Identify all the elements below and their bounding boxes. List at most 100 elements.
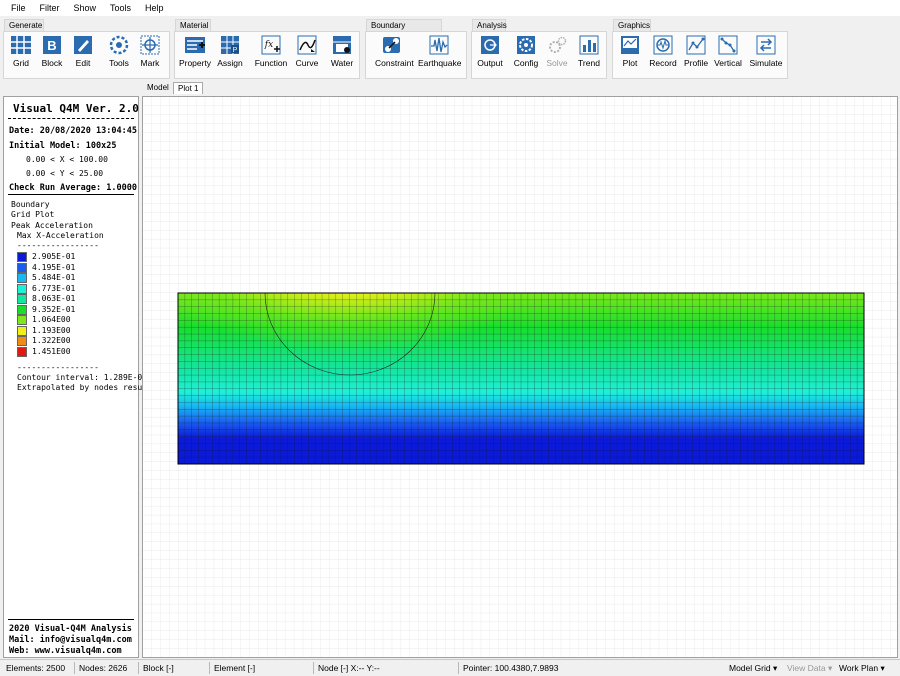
legend-swatch (17, 283, 27, 294)
menu-show[interactable]: Show (67, 3, 104, 13)
solve-label: Solve (546, 58, 568, 68)
status-sep (138, 662, 139, 674)
trend-label: Trend (578, 58, 600, 68)
vertical-button[interactable]: Vertical (711, 35, 745, 73)
boundary-text: Boundary (11, 200, 50, 209)
output-button[interactable]: Output (473, 35, 507, 73)
view-data-label: View Data (787, 663, 826, 673)
view-data-dropdown[interactable]: View Data ▾ (787, 663, 832, 674)
status-pointer: Pointer: 100.4380,7.9893 (463, 663, 559, 673)
legend-swatch (17, 262, 27, 273)
legend-value: 5.484E-01 (32, 273, 76, 282)
earthquake-button[interactable]: Earthquake (418, 35, 462, 73)
legend-swatch (17, 252, 27, 262)
tab-model[interactable]: Model (143, 82, 173, 94)
mesh-grid-lines (178, 293, 864, 464)
footer-line-2: Mail: info@visualq4m.com (9, 635, 132, 645)
chevron-down-icon: ▾ (827, 663, 833, 673)
status-sep (209, 662, 210, 674)
grid-button[interactable]: Grid (4, 35, 38, 73)
y-range-text: 0.00 < Y < 25.00 (26, 169, 104, 178)
status-element: Element [-] (214, 663, 256, 673)
ribbon-toolbar: Generate Grid B Block Edit Tools Mark Ma… (0, 17, 900, 80)
status-bar: Elements: 2500 Nodes: 2626 Block [-] Ele… (0, 659, 900, 676)
profile-icon (686, 35, 706, 55)
status-sep (74, 662, 75, 674)
model-grid-label: Model Grid (729, 663, 771, 673)
config-gear-icon (517, 36, 535, 54)
svg-text:P: P (233, 47, 238, 54)
water-button[interactable]: Water (325, 35, 359, 73)
mark-label: Mark (140, 58, 160, 68)
block-button[interactable]: B Block (35, 35, 69, 73)
info-panel: Visual Q4M Ver. 2.0 Date: 20/08/2020 13:… (3, 96, 152, 658)
group-title-analysis: Analysis (472, 19, 507, 31)
status-sep (313, 662, 314, 674)
svg-text:B: B (47, 38, 56, 53)
record-button[interactable]: Record (646, 35, 680, 73)
assign-label: Assign (217, 58, 243, 68)
profile-label: Profile (683, 58, 709, 68)
grid-label: Grid (12, 58, 30, 68)
simulate-button[interactable]: Simulate (746, 35, 786, 73)
config-button[interactable]: Config (509, 35, 543, 73)
model-grid-dropdown[interactable]: Model Grid ▾ (729, 663, 777, 674)
constraint-icon (383, 37, 400, 53)
legend-value: 1.193E00 (32, 325, 71, 335)
config-label: Config (513, 58, 539, 68)
water-label: Water (330, 58, 354, 68)
edit-label: Edit (75, 58, 91, 68)
seismic-wave-icon (429, 35, 449, 55)
date-text: Date: 20/08/2020 13:04:45 (9, 126, 137, 136)
constraint-button[interactable]: Constraint (375, 35, 414, 73)
menu-filter[interactable]: Filter (33, 3, 67, 13)
legend-value: 1.451E00 (32, 346, 71, 356)
work-plan-dropdown[interactable]: Work Plan ▾ (839, 663, 885, 674)
curve-button[interactable]: Curve (290, 35, 324, 73)
earthquake-label: Earthquake (418, 58, 462, 68)
menu-tools[interactable]: Tools (103, 3, 138, 13)
status-nodes: Nodes: 2626 (79, 663, 128, 673)
tab-plot-1[interactable]: Plot 1 (173, 82, 204, 94)
title-divider (8, 118, 134, 119)
peak-acceleration-text: Peak Acceleration (11, 221, 93, 230)
tools-button[interactable]: Tools (102, 35, 136, 73)
max-x-acceleration-text: Max X-Acceleration (17, 231, 104, 240)
legend-swatch (17, 294, 27, 304)
edit-button[interactable]: Edit (66, 35, 100, 73)
initial-model-text: Initial Model: 100x25 (9, 141, 117, 151)
output-label: Output (477, 58, 503, 68)
plot-canvas[interactable] (142, 96, 898, 658)
contour-interval-text: Contour interval: 1.289E-01 (17, 373, 148, 382)
footer-line-1: 2020 Visual-Q4M Analysis (9, 624, 132, 634)
mark-button[interactable]: Mark (133, 35, 167, 73)
assign-button[interactable]: P Assign (213, 35, 247, 73)
block-icon: B (43, 36, 61, 54)
menu-file[interactable]: File (4, 3, 33, 13)
constraint-label: Constraint (375, 58, 414, 68)
property-button[interactable]: Property (178, 35, 212, 73)
property-label: Property (178, 58, 212, 68)
legend-swatch (17, 315, 27, 325)
solve-button[interactable]: Solve (540, 35, 574, 73)
legend-value: 9.352E-01 (32, 304, 76, 314)
menu-help[interactable]: Help (138, 3, 171, 13)
crosshair-icon (140, 35, 160, 55)
chevron-down-icon: ▾ (880, 663, 885, 673)
function-label: Function (254, 58, 288, 68)
extrapolated-text: Extrapolated by nodes result (17, 383, 152, 392)
plot-button[interactable]: Plot (613, 35, 647, 73)
contour-plot[interactable] (143, 97, 898, 658)
x-range-text: 0.00 < X < 100.00 (26, 155, 108, 164)
plot-icon (621, 36, 639, 54)
group-title-material: Material (175, 19, 211, 31)
trend-button[interactable]: Trend (572, 35, 606, 73)
section-divider (8, 194, 134, 195)
block-label: Block (41, 58, 63, 68)
grid-icon (11, 36, 31, 54)
group-title-boundary: Boundary Conditions (366, 19, 442, 39)
dash-line-bottom: ----------------- (17, 363, 99, 372)
group-title-graphics: Graphics (613, 19, 651, 31)
function-button[interactable]: fx Function (253, 35, 289, 73)
profile-button[interactable]: Profile (679, 35, 713, 73)
